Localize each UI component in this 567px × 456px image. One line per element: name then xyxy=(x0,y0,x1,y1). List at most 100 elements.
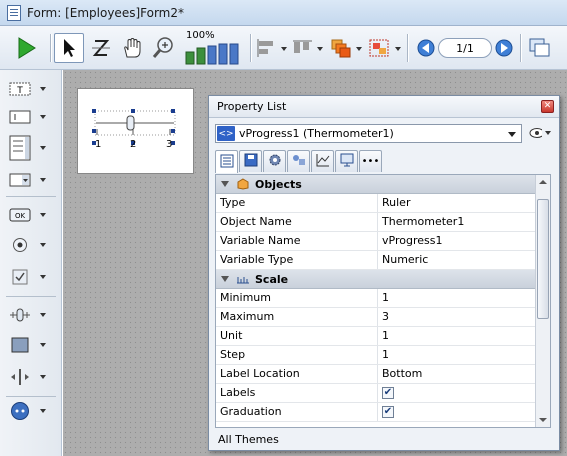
property-row[interactable]: Graduation ✔ xyxy=(216,403,550,422)
chart-icon xyxy=(316,153,330,170)
property-key: Unit xyxy=(216,327,378,345)
radio-button-icon xyxy=(8,236,32,254)
property-key: Step xyxy=(216,346,378,364)
property-value[interactable]: Ruler xyxy=(378,194,410,212)
prev-page-icon[interactable] xyxy=(416,38,436,58)
group-icon[interactable] xyxy=(366,36,392,60)
object-palette: T OK xyxy=(0,70,62,456)
object-selector[interactable]: <> vProgress1 (Thermometer1) xyxy=(215,124,522,143)
section-objects[interactable]: Objects xyxy=(216,175,550,194)
list-box-tool[interactable] xyxy=(8,132,58,164)
svg-text:T: T xyxy=(16,86,23,96)
ruler-tick-label: 2 xyxy=(130,139,137,150)
tab-save[interactable] xyxy=(239,150,262,172)
section-title: Objects xyxy=(255,177,302,191)
plugin-tool[interactable] xyxy=(8,400,58,422)
plugin-icon xyxy=(8,402,32,420)
close-icon[interactable]: ✕ xyxy=(541,100,554,113)
tab-list-view[interactable] xyxy=(215,150,238,173)
property-row[interactable]: Variable Name vProgress1 xyxy=(216,232,550,251)
property-value[interactable]: 1 xyxy=(378,327,389,345)
graduation-checkbox[interactable]: ✔ xyxy=(382,406,394,418)
bar-level-icon[interactable]: 100% xyxy=(184,28,246,68)
layers-icon[interactable] xyxy=(328,36,354,60)
vertical-scrollbar[interactable] xyxy=(535,175,550,427)
splitter-tool[interactable] xyxy=(8,366,58,388)
eye-icon[interactable] xyxy=(529,126,551,140)
button-tool[interactable]: OK xyxy=(8,204,58,226)
property-row[interactable]: Variable Type Numeric xyxy=(216,251,550,270)
view-pages-icon[interactable] xyxy=(526,35,554,61)
scroll-up-icon[interactable] xyxy=(539,180,547,184)
tab-more[interactable]: ••• xyxy=(359,150,382,172)
property-tabs: ••• xyxy=(215,150,383,173)
z-order-icon[interactable] xyxy=(88,34,114,62)
property-value[interactable]: 3 xyxy=(378,308,389,326)
section-title: Scale xyxy=(255,272,289,286)
property-row[interactable]: Object Name Thermometer1 xyxy=(216,213,550,232)
tab-shapes[interactable] xyxy=(287,150,310,172)
hand-icon[interactable] xyxy=(118,34,146,62)
theme-label: All Themes xyxy=(218,432,279,446)
property-value[interactable]: 1 xyxy=(378,346,389,364)
ruler-object[interactable] xyxy=(78,89,193,173)
run-icon[interactable] xyxy=(12,34,42,62)
theme-footer[interactable]: All Themes xyxy=(215,430,551,448)
text-area-icon: T xyxy=(8,80,32,98)
property-key: Label Location xyxy=(216,365,378,383)
property-key: Graduation xyxy=(216,403,378,421)
radio-button-tool[interactable] xyxy=(8,234,58,256)
scroll-thumb[interactable] xyxy=(537,199,549,319)
combo-box-icon xyxy=(8,171,32,189)
rectangle-tool[interactable] xyxy=(8,334,58,356)
input-field-tool[interactable] xyxy=(8,106,58,128)
property-row[interactable]: Minimum 1 xyxy=(216,289,550,308)
ruler-icon xyxy=(8,306,32,324)
rectangle-icon xyxy=(8,336,32,354)
property-row[interactable]: Step 1 xyxy=(216,346,550,365)
combo-box-tool[interactable] xyxy=(8,169,58,191)
selected-object: vProgress1 (Thermometer1) xyxy=(239,127,394,140)
property-value[interactable]: Bottom xyxy=(378,365,422,383)
page-counter: 1/1 xyxy=(438,38,492,58)
property-grid: Objects Type Ruler Object Name Thermometer… xyxy=(215,174,551,428)
property-key: Minimum xyxy=(216,289,378,307)
scroll-down-icon[interactable] xyxy=(539,418,547,422)
tab-settings[interactable] xyxy=(263,150,286,172)
next-page-icon[interactable] xyxy=(494,38,514,58)
tab-chart[interactable] xyxy=(311,150,334,172)
property-row[interactable]: Label Location Bottom xyxy=(216,365,550,384)
section-scale[interactable]: Scale xyxy=(216,270,550,289)
display-icon xyxy=(340,153,354,170)
property-value[interactable]: Numeric xyxy=(378,251,428,269)
zoom-icon[interactable] xyxy=(150,34,178,62)
distribute-icon[interactable] xyxy=(290,36,316,60)
form-page[interactable]: 1 2 3 xyxy=(77,88,194,174)
property-key: Variable Name xyxy=(216,232,378,250)
check-box-icon xyxy=(8,268,32,286)
property-list-titlebar[interactable]: Property List ✕ xyxy=(209,96,559,118)
property-row[interactable]: Type Ruler xyxy=(216,194,550,213)
shapes-icon xyxy=(292,153,306,170)
ruler-tool[interactable] xyxy=(8,304,58,326)
check-box-tool[interactable] xyxy=(8,266,58,288)
window-title: Form: [Employees]Form2* xyxy=(27,5,184,20)
ruler-tick-label: 1 xyxy=(95,139,102,150)
property-row[interactable]: Unit 1 xyxy=(216,327,550,346)
property-value[interactable]: Thermometer1 xyxy=(378,213,464,231)
list-box-icon xyxy=(8,134,32,162)
property-value[interactable]: 1 xyxy=(378,289,389,307)
align-icon[interactable] xyxy=(254,36,280,60)
property-key: Labels xyxy=(216,384,378,402)
input-field-icon xyxy=(8,108,32,126)
toolbar: 100% 1/1 xyxy=(0,26,567,70)
objects-section-icon xyxy=(236,178,250,190)
labels-checkbox[interactable]: ✔ xyxy=(382,387,394,399)
property-row[interactable]: Labels ✔ xyxy=(216,384,550,403)
property-value[interactable]: vProgress1 xyxy=(378,232,442,250)
text-area-tool[interactable]: T xyxy=(8,78,58,100)
arrow-select-icon[interactable] xyxy=(54,33,84,63)
tab-display[interactable] xyxy=(335,150,358,172)
gear-icon xyxy=(268,153,282,170)
property-row[interactable]: Maximum 3 xyxy=(216,308,550,327)
